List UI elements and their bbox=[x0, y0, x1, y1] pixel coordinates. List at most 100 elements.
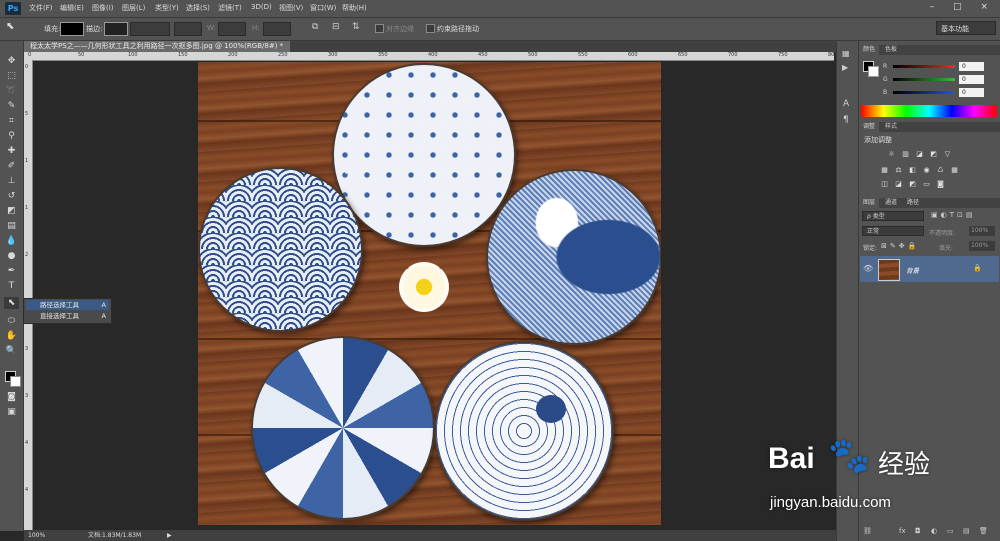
tab-styles[interactable]: 样式 bbox=[881, 122, 901, 132]
constrain-path-checkbox[interactable] bbox=[426, 24, 435, 33]
background-color-swatch[interactable] bbox=[10, 376, 21, 387]
dodge-tool-icon[interactable]: ● bbox=[4, 250, 19, 262]
b-value[interactable]: 0 bbox=[959, 88, 984, 97]
color-spectrum-bar[interactable] bbox=[861, 105, 997, 117]
tab-paths[interactable]: 路径 bbox=[903, 198, 923, 208]
layer-filter-icons[interactable]: ▣◐T⊡▤ bbox=[931, 211, 975, 219]
new-layer-icon[interactable]: ▤ bbox=[963, 527, 970, 535]
lasso-tool-icon[interactable]: ➰ bbox=[4, 85, 19, 97]
layer-style-icon[interactable]: fx bbox=[899, 527, 906, 535]
tab-adjustments[interactable]: 调整 bbox=[859, 122, 880, 132]
healing-brush-icon[interactable]: ✚ bbox=[4, 145, 19, 157]
channel-mixer-icon[interactable]: ♺ bbox=[936, 166, 945, 174]
marquee-tool-icon[interactable]: ⬚ bbox=[4, 70, 19, 82]
background-color-swatch[interactable] bbox=[868, 66, 879, 77]
document-image[interactable] bbox=[198, 62, 661, 525]
history-panel-icon[interactable]: ▦ bbox=[842, 49, 850, 58]
align-edges-checkbox[interactable] bbox=[375, 24, 384, 33]
layer-mask-icon[interactable]: ◘ bbox=[915, 527, 921, 535]
black-white-icon[interactable]: ◧ bbox=[908, 166, 917, 174]
b-slider[interactable] bbox=[893, 91, 955, 94]
fill-swatch[interactable] bbox=[60, 22, 84, 36]
r-slider[interactable] bbox=[893, 65, 955, 68]
tab-layers[interactable]: 图层 bbox=[859, 198, 880, 208]
stroke-type-select[interactable] bbox=[174, 22, 202, 36]
character-panel-icon[interactable]: A bbox=[843, 99, 849, 109]
blur-tool-icon[interactable]: 💧 bbox=[4, 235, 19, 247]
visibility-eye-icon[interactable]: 👁 bbox=[863, 264, 873, 273]
type-tool-icon[interactable]: T bbox=[4, 280, 19, 292]
g-slider[interactable] bbox=[893, 78, 955, 81]
path-selection-menu-item[interactable]: 路径选择工具 A bbox=[26, 300, 109, 310]
delete-layer-icon[interactable]: 🗑 bbox=[979, 527, 988, 535]
tab-swatches[interactable]: 色板 bbox=[881, 45, 901, 55]
link-layers-icon[interactable]: ⛓ bbox=[863, 527, 872, 535]
menu-window[interactable]: 窗口(W) bbox=[310, 3, 336, 13]
fill-field[interactable]: 100% bbox=[969, 241, 995, 251]
menu-view[interactable]: 视图(V) bbox=[279, 3, 303, 13]
menu-file[interactable]: 文件(F) bbox=[29, 3, 53, 13]
tab-color[interactable]: 颜色 bbox=[859, 45, 880, 55]
menu-select[interactable]: 选择(S) bbox=[186, 3, 210, 13]
posterize-icon[interactable]: ◪ bbox=[894, 180, 903, 188]
levels-icon[interactable]: ▥ bbox=[901, 150, 910, 158]
stroke-swatch[interactable] bbox=[104, 22, 128, 36]
zoom-level[interactable]: 100% bbox=[28, 530, 45, 541]
gradient-map-icon[interactable]: ▭ bbox=[922, 180, 931, 188]
eyedropper-tool-icon[interactable]: ⚲ bbox=[4, 130, 19, 142]
tab-channels[interactable]: 通道 bbox=[881, 198, 901, 208]
g-value[interactable]: 0 bbox=[959, 75, 984, 84]
selective-color-icon[interactable]: ◙ bbox=[936, 180, 945, 188]
crop-tool-icon[interactable]: ⌗ bbox=[4, 115, 19, 127]
workspace-select[interactable]: 基本功能 bbox=[936, 21, 996, 35]
actions-panel-icon[interactable]: ▶ bbox=[842, 63, 848, 72]
color-lookup-icon[interactable]: ▦ bbox=[950, 166, 959, 174]
window-controls[interactable]: – □ × bbox=[930, 2, 996, 12]
screen-mode-icon[interactable]: ▣ bbox=[4, 406, 19, 418]
menu-filter[interactable]: 滤镜(T) bbox=[218, 3, 242, 13]
layer-name[interactable]: 背景 bbox=[906, 265, 919, 275]
pen-tool-icon[interactable]: ✒ bbox=[4, 265, 19, 277]
menu-image[interactable]: 图像(I) bbox=[92, 3, 114, 13]
quick-mask-icon[interactable]: ◙ bbox=[4, 391, 19, 403]
width-field[interactable] bbox=[218, 22, 246, 36]
clone-stamp-icon[interactable]: ⊥ bbox=[4, 175, 19, 187]
new-group-icon[interactable]: ▭ bbox=[947, 527, 954, 535]
path-selection-tool-icon[interactable]: ⬉ bbox=[4, 297, 19, 309]
r-value[interactable]: 0 bbox=[959, 62, 984, 71]
lock-icons[interactable]: ⊠✎✥🔒 bbox=[881, 242, 919, 250]
hue-saturation-icon[interactable]: ▦ bbox=[880, 166, 889, 174]
menu-help[interactable]: 帮助(H) bbox=[342, 3, 367, 13]
layer-kind-filter[interactable]: ρ 类型 bbox=[862, 211, 924, 221]
vibrance-icon[interactable]: ▽ bbox=[943, 150, 952, 158]
menu-3d[interactable]: 3D(D) bbox=[251, 3, 272, 11]
brightness-icon[interactable]: ☼ bbox=[887, 150, 896, 158]
quick-select-tool-icon[interactable]: ✎ bbox=[4, 100, 19, 112]
curves-icon[interactable]: ◪ bbox=[915, 150, 924, 158]
paragraph-panel-icon[interactable]: ¶ bbox=[843, 115, 849, 125]
gradient-tool-icon[interactable]: ▤ bbox=[4, 220, 19, 232]
direct-selection-menu-item[interactable]: 直接选择工具 A bbox=[26, 311, 109, 321]
adjustment-layer-icon[interactable]: ◐ bbox=[931, 527, 937, 535]
eraser-tool-icon[interactable]: ◩ bbox=[4, 205, 19, 217]
exposure-icon[interactable]: ◩ bbox=[929, 150, 938, 158]
status-arrow-icon[interactable]: ▶ bbox=[167, 530, 172, 541]
move-tool-icon[interactable]: ✥ bbox=[4, 55, 19, 67]
threshold-icon[interactable]: ◩ bbox=[908, 180, 917, 188]
menu-type[interactable]: 类型(Y) bbox=[155, 3, 179, 13]
path-operations-icon[interactable]: ⧉ bbox=[312, 22, 318, 32]
blend-mode-select[interactable]: 正常 bbox=[862, 226, 924, 236]
photo-filter-icon[interactable]: ◉ bbox=[922, 166, 931, 174]
path-alignment-icon[interactable]: ⊟ bbox=[332, 22, 340, 32]
hand-tool-icon[interactable]: ✋ bbox=[4, 330, 19, 342]
ellipse-tool-icon[interactable]: ⬭ bbox=[4, 315, 19, 327]
close-tab-icon[interactable]: × bbox=[289, 42, 290, 50]
layer-row-background[interactable]: 👁 背景 🔒 bbox=[860, 256, 999, 282]
stroke-width-field[interactable] bbox=[130, 22, 170, 36]
document-tab[interactable]: 程太太学PS之——几何形状工具之利用路径一次抠多图.jpg @ 100%(RGB… bbox=[24, 41, 290, 52]
path-select-tool-icon[interactable]: ⬉ bbox=[6, 21, 14, 32]
menu-edit[interactable]: 编辑(E) bbox=[60, 3, 84, 13]
history-brush-icon[interactable]: ↺ bbox=[4, 190, 19, 202]
height-field[interactable] bbox=[263, 22, 291, 36]
color-balance-icon[interactable]: ⚖ bbox=[894, 166, 903, 174]
